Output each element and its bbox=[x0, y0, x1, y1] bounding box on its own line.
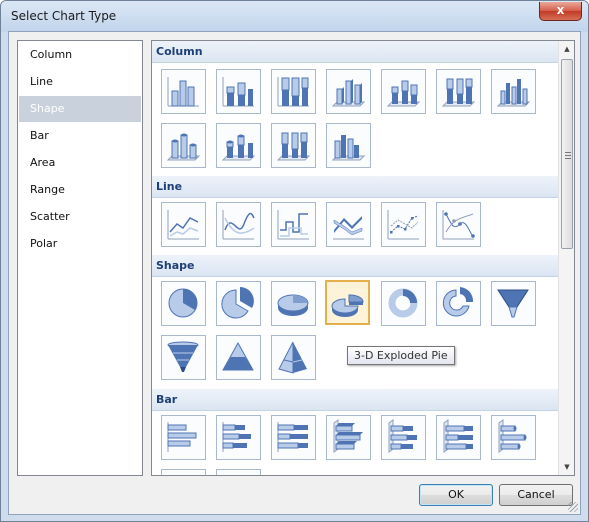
stacked-cylinder-chart-icon[interactable] bbox=[216, 123, 261, 168]
funnel-chart-icon[interactable] bbox=[491, 281, 536, 326]
exploded-doughnut-chart-icon[interactable] bbox=[436, 281, 481, 326]
3d-cylinder-bar-chart-icon[interactable] bbox=[491, 415, 536, 460]
bar-chart-icon[interactable] bbox=[216, 469, 261, 475]
category-item-shape[interactable]: Shape bbox=[19, 96, 141, 122]
dialog-client: Column Line Shape Bar Area Range Scatter… bbox=[8, 31, 581, 515]
section-header-bar: Bar bbox=[152, 389, 560, 411]
3d-bar-chart-icon[interactable] bbox=[326, 415, 371, 460]
cancel-button[interactable]: Cancel bbox=[499, 484, 573, 506]
column-chart-icon[interactable] bbox=[161, 69, 206, 114]
stacked-100-bar-chart-icon[interactable] bbox=[271, 415, 316, 460]
chart-category-list: Column Line Shape Bar Area Range Scatter… bbox=[17, 40, 143, 476]
title-bar[interactable]: Select Chart Type x bbox=[1, 1, 588, 31]
category-item-column[interactable]: Column bbox=[19, 42, 141, 68]
spline-markers-chart-icon[interactable] bbox=[436, 202, 481, 247]
ok-button[interactable]: OK bbox=[419, 484, 493, 506]
stacked-bar-chart-icon[interactable] bbox=[216, 415, 261, 460]
scroll-down-icon[interactable]: ▼ bbox=[559, 459, 574, 475]
cylinder-column-chart-icon[interactable] bbox=[161, 123, 206, 168]
3d-stacked-100-column-chart-icon[interactable] bbox=[436, 69, 481, 114]
window-title: Select Chart Type bbox=[11, 9, 117, 23]
step-line-chart-icon[interactable] bbox=[271, 202, 316, 247]
3d-column-chart-icon[interactable] bbox=[326, 69, 371, 114]
stacked-100-column-chart-icon[interactable] bbox=[271, 69, 316, 114]
3d-clustered-column-chart-icon[interactable] bbox=[491, 69, 536, 114]
category-item-line[interactable]: Line bbox=[19, 69, 141, 95]
stacked-100-cylinder-chart-icon[interactable] bbox=[271, 123, 316, 168]
3d-pyramid-chart-icon[interactable] bbox=[271, 335, 316, 380]
3d-funnel-chart-icon[interactable] bbox=[161, 335, 206, 380]
3d-stacked-column-chart-icon[interactable] bbox=[381, 69, 426, 114]
pyramid-chart-icon[interactable] bbox=[216, 335, 261, 380]
section-header-line: Line bbox=[152, 176, 560, 198]
category-item-scatter[interactable]: Scatter bbox=[19, 204, 141, 230]
3d-cylinder-chart-icon[interactable] bbox=[326, 123, 371, 168]
exploded-pie-chart-icon[interactable] bbox=[216, 281, 261, 326]
bar-chart-icon[interactable] bbox=[161, 415, 206, 460]
grip-icon bbox=[565, 152, 571, 160]
category-item-range[interactable]: Range bbox=[19, 177, 141, 203]
3d-exploded-pie-chart-icon[interactable] bbox=[325, 280, 370, 325]
dialog-window: Select Chart Type x Column Line Shape Ba… bbox=[0, 0, 589, 522]
3d-stacked-bar-chart-icon[interactable] bbox=[381, 415, 426, 460]
scroll-up-icon[interactable]: ▲ bbox=[559, 41, 574, 57]
3d-stacked-100-bar-chart-icon[interactable] bbox=[436, 415, 481, 460]
close-button[interactable]: x bbox=[539, 2, 582, 21]
3d-pie-chart-icon[interactable] bbox=[271, 281, 316, 326]
chart-type-gallery: Column Line Shape 3-D Exploded Pie Bar ▲… bbox=[151, 40, 575, 476]
pie-chart-icon[interactable] bbox=[161, 281, 206, 326]
section-header-column: Column bbox=[152, 41, 560, 63]
line-markers-chart-icon[interactable] bbox=[381, 202, 426, 247]
category-item-area[interactable]: Area bbox=[19, 150, 141, 176]
spline-chart-icon[interactable] bbox=[216, 202, 261, 247]
stacked-column-chart-icon[interactable] bbox=[216, 69, 261, 114]
category-item-polar[interactable]: Polar bbox=[19, 231, 141, 257]
resize-grip-icon[interactable] bbox=[568, 502, 578, 512]
bar-chart-icon[interactable] bbox=[161, 469, 206, 475]
3d-line-chart-icon[interactable] bbox=[326, 202, 371, 247]
section-header-shape: Shape bbox=[152, 255, 560, 277]
tooltip: 3-D Exploded Pie bbox=[347, 346, 455, 365]
gallery-scrollbar[interactable]: ▲ ▼ bbox=[558, 41, 574, 475]
scroll-thumb[interactable] bbox=[561, 59, 573, 249]
line-chart-icon[interactable] bbox=[161, 202, 206, 247]
category-item-bar[interactable]: Bar bbox=[19, 123, 141, 149]
doughnut-chart-icon[interactable] bbox=[381, 281, 426, 326]
